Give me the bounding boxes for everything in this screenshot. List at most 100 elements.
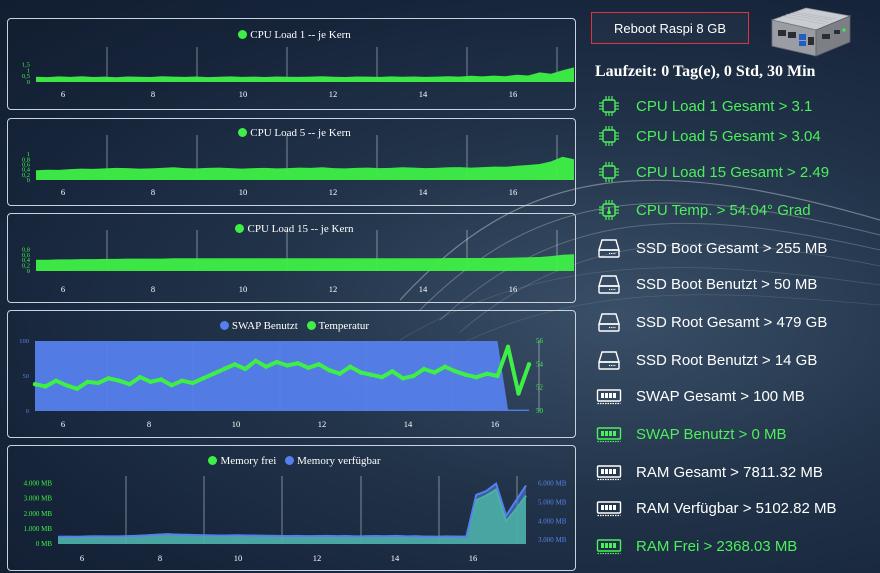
y-tick-label: 100 — [19, 338, 29, 345]
memory-module-icon — [596, 460, 622, 484]
cpu-temperature-icon — [596, 198, 622, 222]
stat-row: CPU Load 15 Gesamt > 2.49 — [596, 160, 829, 184]
x-tick-label: 14 — [404, 419, 413, 429]
x-tick-label: 16 — [509, 89, 518, 99]
y-tick-label-right: 54 — [536, 360, 544, 368]
data-point — [453, 369, 458, 374]
x-tick-label: 6 — [61, 187, 65, 197]
uptime-label: Laufzeit: 0 Tag(e), 0 Std, 30 Min — [595, 63, 816, 80]
memory-module-icon — [596, 384, 622, 408]
y-tick-label: 1 — [27, 151, 30, 158]
data-point — [474, 374, 479, 380]
memory-module-icon — [596, 496, 622, 520]
y-tick-label: 1,5 — [22, 62, 30, 69]
x-tick-label: 14 — [419, 187, 428, 197]
x-tick-label: 6 — [61, 284, 65, 294]
y-tick-label: 0 — [26, 408, 29, 415]
cpu-load-5-chart: 00,20,40,60,816 8 10 12 14 16 — [22, 135, 574, 197]
data-point — [516, 391, 521, 396]
data-point — [264, 364, 269, 369]
memory-chart-panel: Memory frei Memory verfügbar 0 MB 1.000 M… — [7, 445, 576, 571]
x-tick-label: 16 — [491, 419, 500, 429]
x-tick-label: 6 — [61, 89, 65, 99]
data-point — [95, 380, 101, 386]
data-point — [316, 362, 321, 367]
y-tick-label-right: 4.000 MB — [538, 517, 567, 525]
data-point — [106, 376, 111, 381]
y-tick-label-right: 5.000 MB — [538, 498, 567, 506]
y-tick-label-right: 50 — [536, 407, 544, 415]
data-point — [243, 366, 248, 372]
raspberry-pi-device-icon — [770, 7, 852, 57]
data-point — [358, 370, 364, 375]
data-point — [274, 359, 279, 365]
series-area — [36, 67, 574, 82]
x-tick-label: 12 — [313, 553, 322, 563]
data-point — [221, 366, 227, 372]
data-point — [400, 376, 406, 381]
data-point — [200, 376, 206, 381]
data-point — [232, 362, 237, 367]
hard-drive-icon — [596, 272, 622, 296]
data-point — [179, 378, 185, 383]
hard-drive-icon — [596, 310, 622, 334]
stat-label: RAM Frei > 2368.03 MB — [636, 537, 798, 555]
cpu-chip-icon — [596, 124, 622, 148]
x-tick-label: 14 — [419, 89, 428, 99]
hard-drive-icon — [596, 236, 622, 260]
stat-label: SWAP Gesamt > 100 MB — [636, 387, 805, 405]
x-tick-label: 8 — [158, 553, 162, 563]
series-line — [57, 481, 527, 538]
x-tick-label: 14 — [419, 284, 428, 294]
cpu-load-5-chart-panel: CPU Load 5 -- je Kern 0 0,2 0,4 0,6 0,8 1 6 8 10… — [7, 118, 576, 206]
series-area — [58, 483, 526, 544]
stat-label: SSD Root Gesamt > 479 GB — [636, 313, 828, 331]
data-point — [337, 371, 343, 376]
y-tick-label: 0 MB — [36, 540, 52, 548]
stat-label: SSD Root Benutzt > 14 GB — [636, 351, 818, 369]
data-point — [463, 372, 469, 378]
x-tick-label: 12 — [329, 89, 338, 99]
y-tick-label-right: 52 — [536, 384, 544, 392]
memory-module-icon — [596, 422, 622, 446]
x-tick-label: 16 — [509, 187, 518, 197]
cpu-chip-icon — [596, 160, 622, 184]
x-tick-label: 10 — [239, 187, 248, 197]
stat-label: SSD Boot Gesamt > 255 MB — [636, 239, 828, 257]
stat-label: SWAP Benutzt > 0 MB — [636, 425, 787, 443]
data-point — [158, 377, 164, 382]
x-tick-label: 16 — [469, 553, 478, 563]
stat-row: CPU Load 5 Gesamt > 3.04 — [596, 124, 821, 148]
data-point — [526, 362, 532, 367]
stat-label: RAM Verfügbar > 5102.82 MB — [636, 499, 837, 517]
cpu-load-15-chart: 00,20,40,60,86 8 10 12 14 16 — [22, 230, 574, 294]
y-tick-label: 0,8 — [22, 246, 30, 253]
stat-label: SSD Boot Benutzt > 50 MB — [636, 275, 818, 293]
x-tick-label: 12 — [329, 284, 338, 294]
x-tick-label: 14 — [391, 553, 400, 563]
data-point — [505, 344, 511, 350]
y-tick-label-right: 3.000 MB — [538, 536, 567, 544]
data-point — [285, 363, 290, 368]
data-point — [190, 380, 195, 386]
data-point — [148, 379, 153, 385]
memory-module-icon — [596, 534, 622, 558]
y-tick-label: 2.000 MB — [24, 510, 53, 518]
data-point — [32, 381, 38, 387]
data-point — [116, 378, 122, 383]
data-point — [442, 364, 448, 369]
stat-label: CPU Load 15 Gesamt > 2.49 — [636, 163, 830, 181]
reboot-button[interactable]: Reboot Raspi 8 GB — [591, 12, 749, 44]
x-tick-label: 8 — [151, 187, 155, 197]
memory-chart: 0 MB 1.000 MB 2.000 MB 3.000 MB 4.000 MB 3.00… — [24, 476, 567, 563]
data-point — [74, 386, 80, 392]
data-point — [348, 364, 353, 369]
stat-row: SSD Root Benutzt > 14 GB — [596, 348, 817, 372]
stat-label: CPU Load 5 Gesamt > 3.04 — [636, 127, 821, 145]
y-tick-label: 1.000 MB — [24, 525, 53, 533]
stat-label: RAM Gesamt > 7811.32 MB — [636, 463, 823, 481]
x-tick-label: 6 — [80, 553, 84, 563]
x-tick-label: 8 — [147, 419, 151, 429]
cpu-load-1-chart-panel: CPU Load 1 -- je Kern 0 0,5 1 1,5 6 8 10 12 14 16 — [7, 18, 576, 110]
swap-temperature-chart: 0 50 100 50 52 54 56 6 8 10 12 14 16 — [19, 337, 544, 429]
